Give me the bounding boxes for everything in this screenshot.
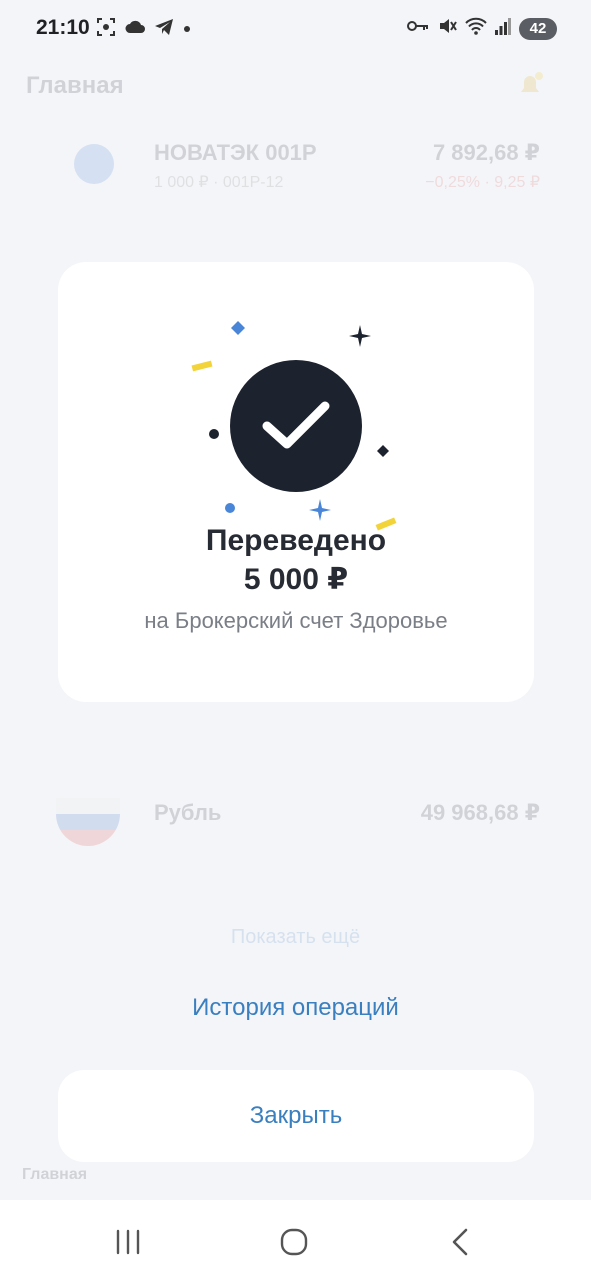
confetti-dot-icon (209, 429, 219, 439)
list-item-change: −0,25% · 9,25 ₽ (425, 174, 540, 191)
recents-button[interactable] (98, 1222, 158, 1262)
screenshot-icon (96, 17, 116, 42)
confetti-strip-icon (191, 360, 213, 372)
confetti-dot-icon (225, 503, 235, 513)
list-item: НОВАТЭК 001Р 1 000 ₽ · 001Р-12 7 892,68 … (56, 138, 540, 208)
success-title: Переведено (205, 524, 387, 557)
success-check-icon (230, 360, 362, 492)
list-item-subtitle: 1 000 ₽ · 001Р-12 (154, 174, 284, 191)
list-item-value: 7 892,68 ₽ (432, 140, 540, 165)
show-more-link: Показать ещё (230, 926, 361, 948)
confetti-diamond-icon (231, 321, 245, 335)
list-item-value: 49 968,68 ₽ (420, 800, 540, 825)
transfer-amount: 5 000 ₽ (243, 563, 349, 596)
wifi-icon (465, 17, 487, 40)
confetti-diamond-icon (377, 445, 389, 457)
list-item-name: НОВАТЭК 001Р (154, 140, 317, 165)
cloud-icon (124, 19, 146, 40)
telegram-icon (154, 18, 174, 41)
status-time: 21:10 (36, 16, 90, 39)
success-dialog: Переведено 5 000 ₽ на Брокерский счет Зд… (58, 262, 534, 702)
back-button[interactable] (430, 1222, 490, 1262)
operations-history-link[interactable]: История операций (0, 994, 591, 1022)
status-left-icons (96, 17, 192, 42)
transfer-destination: на Брокерский счет Здоровье (144, 608, 448, 633)
list-item-name: Рубль (154, 800, 222, 825)
tab-home: Главная (22, 1166, 88, 1183)
home-button[interactable] (264, 1222, 324, 1262)
russia-flag-icon (56, 798, 120, 846)
vpn-key-icon (407, 19, 429, 38)
confetti-sparkle-icon (309, 499, 331, 521)
battery-indicator: 42 (519, 17, 557, 40)
confetti-sparkle-icon (349, 325, 371, 347)
dot-icon (182, 21, 192, 39)
background-page-title: Главная (26, 72, 124, 99)
close-button[interactable]: Закрыть (58, 1070, 534, 1162)
status-bar: 21:10 42 (0, 0, 591, 58)
signal-icon (495, 17, 511, 40)
system-nav-bar (0, 1200, 591, 1280)
bell-icon (513, 68, 547, 107)
recents-icon (116, 1229, 140, 1255)
back-icon (452, 1228, 468, 1256)
bond-logo-icon (74, 144, 114, 184)
list-item: Рубль 49 968,68 ₽ (56, 798, 540, 868)
status-right-icons: 42 (407, 16, 557, 41)
mute-icon (437, 16, 457, 41)
home-icon (280, 1228, 308, 1256)
